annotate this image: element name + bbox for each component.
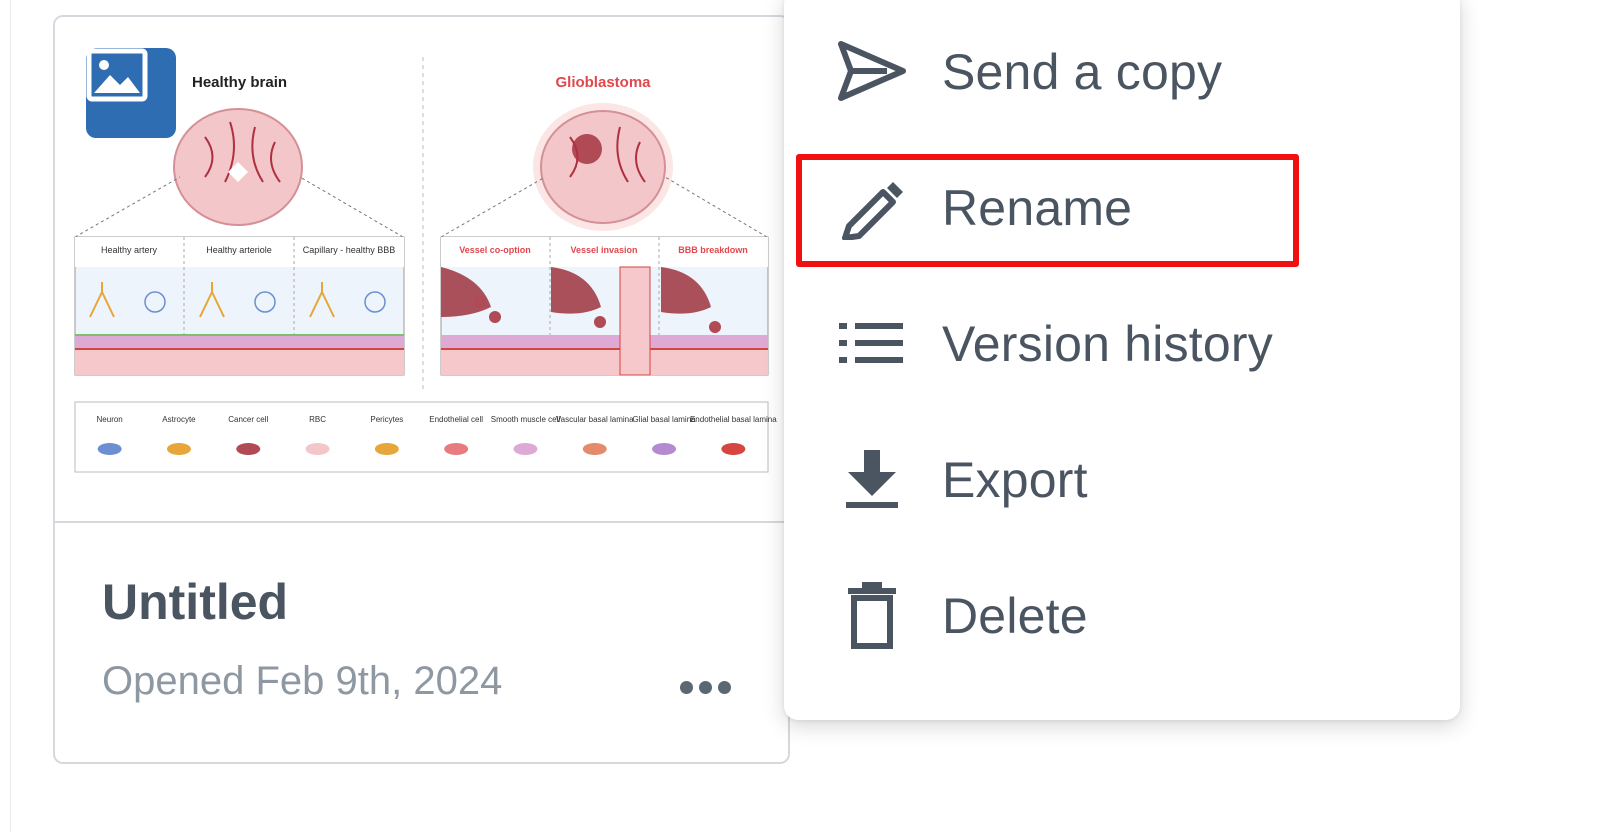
context-menu: Send a copy Rename Version history Expor… [784, 0, 1460, 720]
legend-swatch [166, 443, 191, 455]
panel-label: Vessel invasion [570, 245, 637, 255]
legend-swatch [582, 443, 607, 455]
panel-label: Healthy arteriole [206, 245, 272, 255]
panel-label: Vessel co-option [459, 245, 531, 255]
more-horizontal-icon [679, 680, 693, 694]
download-icon [832, 442, 912, 516]
menu-item-label: Rename [942, 180, 1133, 236]
glioblastoma-heading: Glioblastoma [555, 74, 651, 91]
legend-swatch [444, 443, 469, 455]
glioblastoma-panels: Vessel co-option Vessel invasion BBB bre… [440, 236, 769, 376]
legend-swatch [652, 443, 677, 455]
legend-label: Pericytes [370, 415, 403, 424]
menu-item-send-a-copy[interactable]: Send a copy [784, 6, 1460, 126]
menu-item-label: Send a copy [942, 44, 1223, 100]
healthy-brain-heading: Healthy brain [192, 74, 287, 91]
pencil-icon [832, 170, 912, 244]
panel-label: Healthy artery [101, 245, 158, 255]
document-card[interactable]: Healthy brain Glioblastoma Healthy arter… [53, 15, 790, 764]
legend-swatch [721, 443, 746, 455]
legend-label: Cancer cell [228, 415, 268, 424]
document-title: Untitled [102, 574, 289, 630]
panel-label: BBB breakdown [678, 245, 748, 255]
page-edge [10, 0, 11, 832]
healthy-panels: Healthy artery Healthy arteriole Capilla… [74, 236, 405, 376]
legend-swatch [374, 443, 399, 455]
menu-item-delete[interactable]: Delete [784, 550, 1460, 670]
legend-label: Astrocyte [162, 415, 196, 424]
glioblastoma-brain-drawing [533, 103, 673, 231]
menu-item-version-history[interactable]: Version history [784, 278, 1460, 398]
panel-label: Capillary - healthy BBB [303, 245, 396, 255]
legend-label: RBC [309, 415, 326, 424]
last-opened-date: Opened Feb 9th, 2024 [102, 659, 503, 703]
menu-item-label: Version history [942, 316, 1273, 372]
more-dot [717, 680, 731, 694]
more-options-button[interactable] [665, 667, 745, 707]
legend-label: Endothelial cell [429, 415, 483, 424]
legend-swatch [97, 443, 122, 455]
trash-icon [832, 578, 912, 652]
legend-swatch [236, 443, 261, 455]
healthy-brain-drawing [173, 108, 303, 226]
thumbnail-legend: Neuron Astrocyte Cancer cell RBC Pericytes En… [74, 401, 777, 473]
document-thumbnail[interactable]: Healthy brain Glioblastoma Healthy arter… [55, 17, 788, 523]
list-icon [832, 306, 912, 380]
more-dot [698, 680, 712, 694]
menu-item-label: Delete [942, 588, 1088, 644]
legend-swatch [513, 443, 538, 455]
menu-item-export[interactable]: Export [784, 414, 1460, 534]
menu-item-rename[interactable]: Rename [784, 142, 1460, 262]
legend-label: Neuron [97, 415, 123, 424]
legend-label: Glial basal lamina [632, 415, 696, 424]
menu-item-label: Export [942, 452, 1088, 508]
send-icon [832, 34, 912, 108]
legend-label: Smooth muscle cell [491, 415, 561, 424]
legend-label: Vascular basal lamina [556, 415, 634, 424]
image-icon [86, 48, 148, 102]
legend-swatch [305, 443, 330, 455]
image-type-badge [86, 48, 176, 138]
legend-label: Endothelial basal lamina [690, 415, 777, 424]
